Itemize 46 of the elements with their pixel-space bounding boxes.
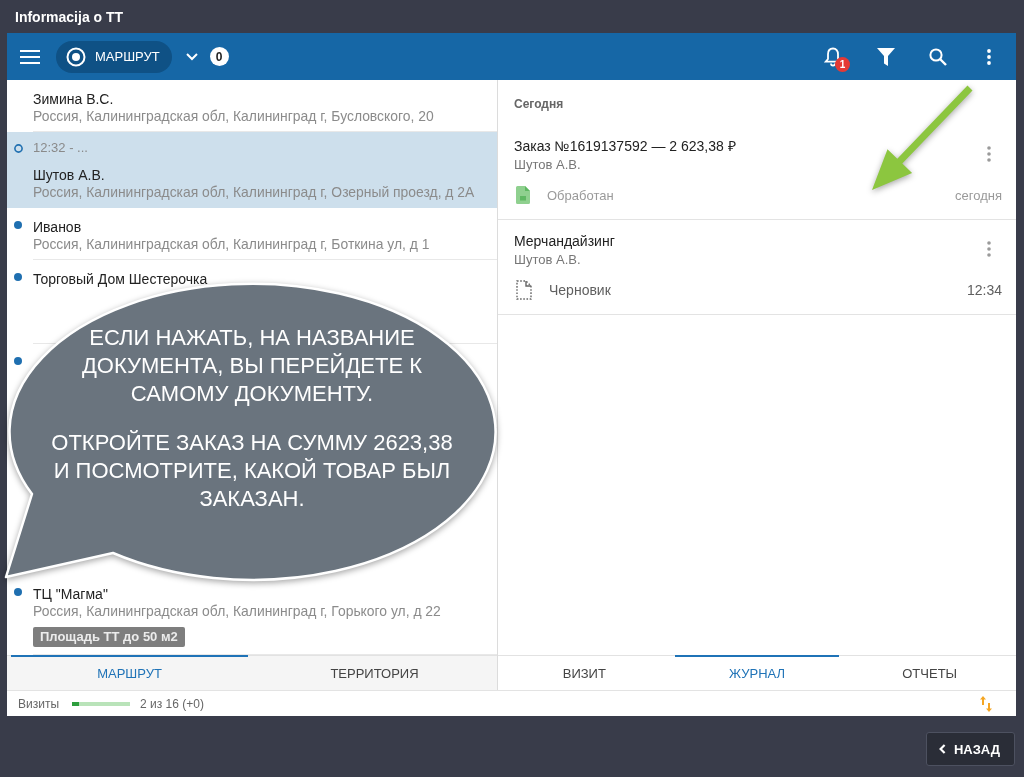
outlet-address: Россия, Калининградская обл, Калининград г, Бусловского, 20	[33, 108, 434, 124]
count-badge: 0	[209, 47, 229, 66]
tip-text: ЕСЛИ НАЖАТЬ, НА НАЗВАНИЕ ДОКУМЕНТА, ВЫ ПЕРЕЙДЕТЕ К САМОМУ ДОКУМЕНТУ.	[81, 324, 423, 408]
entry-time: 12:34	[966, 282, 1002, 298]
more-icon[interactable]	[987, 48, 991, 65]
tip-text: ОТКРОЙТЕ ЗАКАЗ НА СУММУ 2623,38 И ПОСМОТРИТЕ, КАКОЙ ТОВАР БЫЛ ЗАКАЗАН.	[51, 429, 453, 513]
route-item[interactable]: Иванов Россия, Калининградская обл, Калининград г, Боткина ул, д 1	[7, 208, 497, 260]
chevron-left-icon	[938, 744, 946, 754]
filter-icon[interactable]	[877, 47, 895, 66]
entry-time: сегодня	[955, 187, 1002, 203]
entry-author: Шутов А.В.	[514, 157, 581, 173]
window-title: Informacija o TT	[15, 9, 124, 26]
tab[interactable]: ТЕРРИТОРИЯ	[256, 655, 493, 690]
visit-time: 12:32 - ...	[33, 140, 88, 156]
section-header: Сегодня	[514, 97, 564, 111]
more-icon[interactable]	[987, 241, 991, 257]
outlet-name: Шутов А.В.	[33, 166, 105, 184]
status-label: Черновик	[549, 282, 611, 298]
outlet-address: Россия, Калининградская обл, Калининград г, Озерный проезд, д 2А	[33, 184, 475, 200]
outlet-name: Зимина В.С.	[33, 90, 114, 108]
visits-label: Визиты	[18, 696, 60, 711]
chevron-down-icon[interactable]	[185, 52, 198, 61]
more-icon[interactable]	[987, 146, 991, 162]
outlet-name: Иванов	[33, 218, 82, 236]
outlet-address: Россия, Калининградская обл, Калининград г, Горького ул, д 22	[33, 603, 441, 619]
document-title[interactable]: Заказ №1619137592 — 2 623,38 ₽	[514, 137, 736, 155]
outlet-name: Торговый Дом Шестерочка	[33, 270, 208, 288]
search-icon[interactable]	[929, 47, 947, 66]
outlet-address: Россия, Калининградская обл, Калининград г, Боткина ул, д 1	[33, 236, 430, 252]
tab[interactable]: ОТЧЕТЫ	[847, 655, 1012, 690]
area-tag: Площадь ТТ до 50 м2	[33, 627, 185, 647]
document-title[interactable]: Мерчандайзинг	[514, 232, 615, 250]
tab[interactable]: ВИЗИТ	[502, 655, 667, 690]
document-icon	[516, 186, 530, 204]
back-button[interactable]: НАЗАД	[925, 732, 1015, 766]
route-button[interactable]: МАРШРУТ	[56, 40, 172, 73]
entry-author: Шутов А.В.	[514, 252, 581, 268]
bell-icon[interactable]	[824, 46, 842, 67]
outlet-name: ТЦ "Магма"	[33, 585, 108, 603]
menu-icon[interactable]	[20, 49, 40, 64]
visits-count: 2 из 16 (+0)	[140, 696, 204, 711]
radio-icon	[66, 46, 86, 67]
notification-badge: 1	[835, 56, 850, 72]
dotted-document-icon	[516, 280, 532, 300]
route-item[interactable]: 12:32 - ... Шутов А.В. Россия, Калининградская обл, Калининград г, Озерный проезд, д 2А	[7, 132, 497, 208]
status-label: Обработан	[547, 187, 614, 203]
